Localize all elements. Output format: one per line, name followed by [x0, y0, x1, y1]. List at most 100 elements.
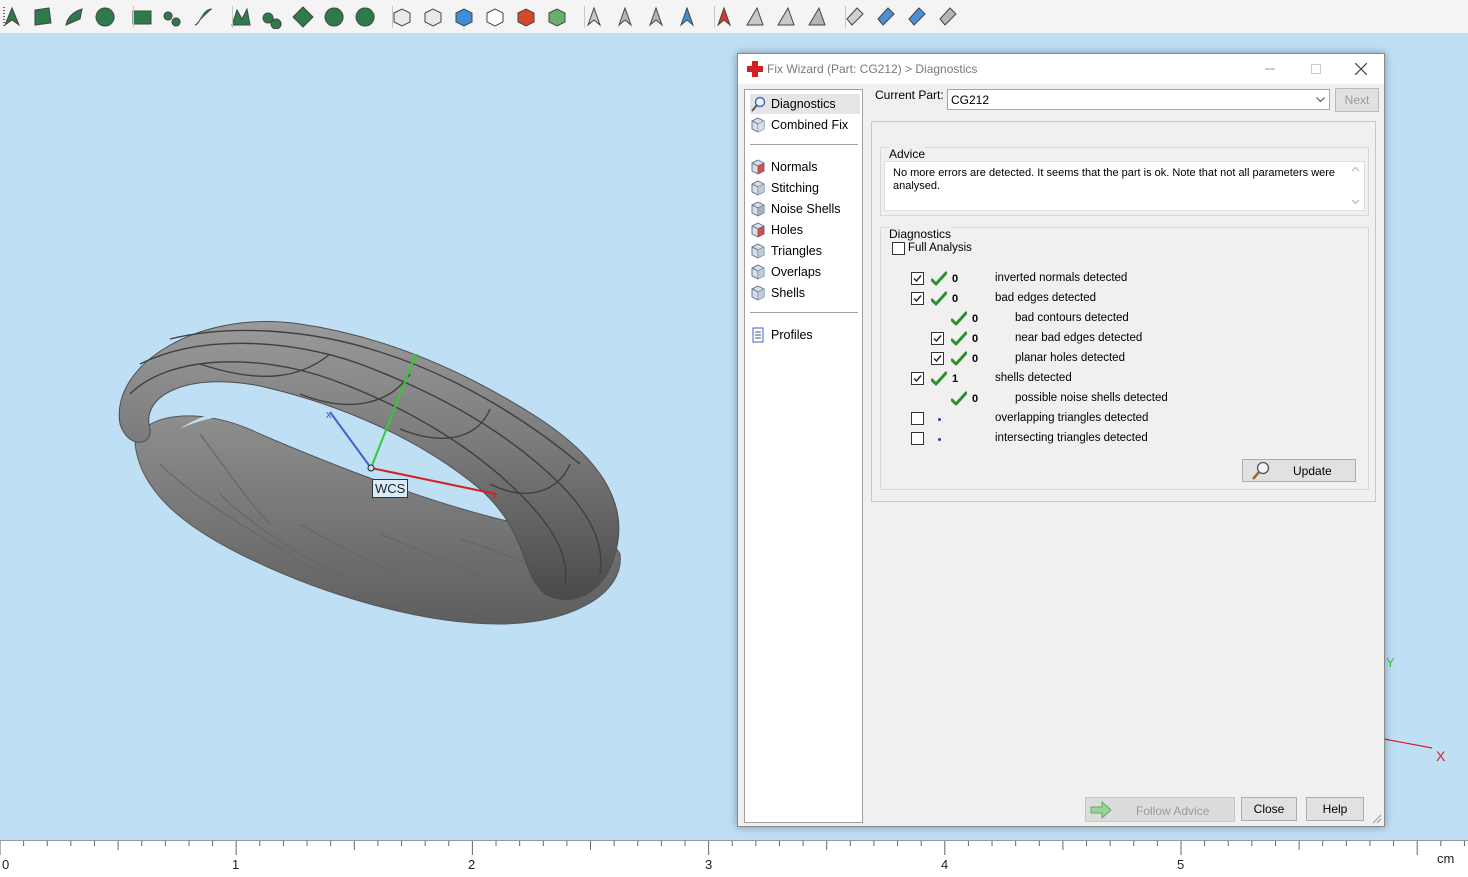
- view-box-green-icon[interactable]: [545, 5, 569, 29]
- wheel-select-icon[interactable]: [322, 5, 346, 29]
- nav-label: Diagnostics: [771, 97, 836, 111]
- marker-fill-icon[interactable]: [613, 5, 637, 29]
- nav-item-diagnostics[interactable]: Diagnostics: [750, 94, 860, 114]
- diag-count: 0: [972, 333, 979, 345]
- not-analysed-dot-icon: [938, 438, 941, 441]
- delete-marker-icon[interactable]: [712, 5, 736, 29]
- ruler-tick-5: 5: [1177, 857, 1185, 872]
- nav-item-holes[interactable]: Holes: [750, 220, 860, 240]
- help-button[interactable]: Help: [1306, 797, 1364, 821]
- full-analysis-label: Full Analysis: [908, 242, 972, 254]
- next-button[interactable]: Next: [1335, 88, 1379, 112]
- nav-item-shells[interactable]: Shells: [750, 283, 860, 303]
- triangles-cube-icon: [751, 243, 765, 259]
- view-box-wire-icon[interactable]: [483, 5, 507, 29]
- close-window-button[interactable]: [1338, 54, 1384, 84]
- ruler-tick-0: 0: [2, 857, 10, 872]
- pick-blue-icon[interactable]: [905, 5, 929, 29]
- view-box-front-icon[interactable]: [421, 5, 445, 29]
- cone-icon[interactable]: [743, 5, 767, 29]
- axis-x-label: X: [1436, 748, 1446, 764]
- lasso-select-icon[interactable]: [161, 5, 185, 29]
- diag-checkbox[interactable]: [911, 432, 924, 445]
- nav-item-noise-shells[interactable]: Noise Shells: [750, 199, 860, 219]
- diag-label: intersecting triangles detected: [995, 432, 1148, 444]
- pick-grey-icon[interactable]: [936, 5, 960, 29]
- view-box-icon[interactable]: [390, 5, 414, 29]
- select-curve-icon[interactable]: [62, 5, 86, 29]
- nav-label: Profiles: [771, 328, 813, 342]
- diag-checkbox[interactable]: [911, 292, 924, 305]
- wcs-label: WCS: [372, 479, 409, 498]
- green-check-icon: [931, 291, 947, 306]
- view-box-red-icon[interactable]: [514, 5, 538, 29]
- diag-checkbox[interactable]: [911, 272, 924, 285]
- pick-multi-icon[interactable]: [874, 5, 898, 29]
- shell-select-icon[interactable]: [260, 5, 284, 30]
- follow-advice-button[interactable]: Follow Advice: [1085, 797, 1235, 822]
- nav-item-normals[interactable]: Normals: [750, 157, 860, 177]
- axis-y-label: Y: [1386, 655, 1395, 670]
- view-box-shaded-icon[interactable]: [452, 5, 476, 29]
- maximize-button[interactable]: [1293, 54, 1339, 84]
- toolbar-separator: [584, 6, 585, 28]
- dialog-titlebar[interactable]: Fix Wizard (Part: CG212) > Diagnostics: [738, 54, 1384, 84]
- fan-select-icon[interactable]: [353, 5, 377, 29]
- diag-count: 0: [972, 353, 979, 365]
- nav-item-triangles[interactable]: Triangles: [750, 241, 860, 261]
- cone-plus-icon[interactable]: [774, 5, 798, 29]
- advice-scrollbar[interactable]: [1347, 162, 1364, 210]
- profiles-doc-icon: [752, 327, 764, 343]
- diag-label: overlapping triangles detected: [995, 412, 1149, 424]
- magnifier-icon: [1252, 461, 1270, 480]
- advice-title: Advice: [889, 147, 926, 161]
- diag-label: near bad edges detected: [1015, 332, 1143, 344]
- checkmark-icon: [913, 295, 922, 303]
- diag-checkbox[interactable]: [931, 352, 944, 365]
- current-part-select[interactable]: CG212: [947, 89, 1330, 110]
- fix-wizard-dialog: Fix Wizard (Part: CG212) > Diagnostics D…: [737, 53, 1385, 827]
- select-arrow-icon[interactable]: [0, 5, 24, 29]
- not-analysed-dot-icon: [938, 418, 941, 421]
- diag-count: 1: [952, 373, 959, 385]
- pick-icon[interactable]: [843, 5, 867, 29]
- dialog-title: Fix Wizard (Part: CG212) > Diagnostics: [767, 62, 978, 76]
- ruler-tick-4: 4: [941, 857, 949, 872]
- minimize-icon: [1265, 68, 1275, 70]
- diag-count: 0: [952, 273, 959, 285]
- nav-item-overlaps[interactable]: Overlaps: [750, 262, 860, 282]
- full-analysis-checkbox[interactable]: [892, 242, 905, 255]
- svg-text:x: x: [492, 490, 498, 502]
- ruler: 0 1 2 3 4 5 cm: [0, 840, 1468, 877]
- select-surface-icon[interactable]: [31, 5, 55, 29]
- resize-grip-icon[interactable]: [1372, 814, 1382, 824]
- nav-item-combined-fix[interactable]: Combined Fix: [750, 115, 860, 135]
- nav-item-stitching[interactable]: Stitching: [750, 178, 860, 198]
- nav-label: Shells: [771, 286, 806, 300]
- polyline-select-icon[interactable]: [192, 5, 216, 29]
- select-sphere-icon[interactable]: [93, 5, 117, 29]
- advice-text: No more errors are detected. It seems th…: [893, 167, 1336, 192]
- marker-plus-icon[interactable]: [644, 5, 668, 29]
- diag-label: possible noise shells detected: [1015, 392, 1168, 404]
- update-button[interactable]: Update: [1242, 459, 1356, 482]
- green-arrow-icon: [1090, 801, 1112, 819]
- minimize-button[interactable]: [1247, 54, 1293, 84]
- cone-fill-icon[interactable]: [805, 5, 829, 29]
- green-check-icon: [951, 351, 967, 366]
- chevron-down-icon: [1316, 97, 1325, 103]
- toolbar-separator: [845, 6, 846, 28]
- diag-checkbox[interactable]: [931, 332, 944, 345]
- marker-grey-icon[interactable]: [582, 5, 606, 29]
- diag-count: 0: [972, 393, 979, 405]
- shells-cube-icon: [751, 285, 765, 301]
- svg-text:y: y: [413, 351, 419, 363]
- green-check-icon: [951, 391, 967, 406]
- close-button[interactable]: Close: [1241, 797, 1297, 821]
- flood-select-icon[interactable]: [291, 5, 315, 29]
- nav-item-profiles[interactable]: Profiles: [750, 325, 860, 345]
- diag-checkbox[interactable]: [911, 372, 924, 385]
- diag-checkbox[interactable]: [911, 412, 924, 425]
- magnifier-icon: [751, 96, 766, 112]
- marker-blue-icon[interactable]: [675, 5, 699, 29]
